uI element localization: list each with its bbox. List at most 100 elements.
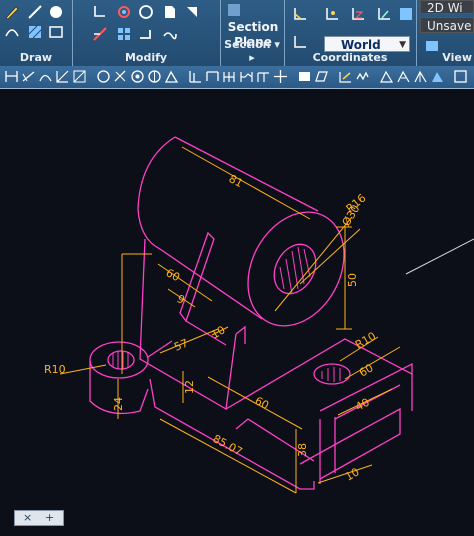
continue-icon[interactable] [205, 69, 220, 84]
modify-panel: Modify [72, 0, 221, 66]
dimension-lines [59, 146, 474, 494]
unsaved-view-combo[interactable]: Unsave [420, 17, 474, 33]
quick-dim-icon[interactable] [147, 69, 162, 84]
ucs-origin-icon[interactable] [324, 6, 340, 22]
cylinder-top-edge [174, 136, 319, 212]
dim-81: 81 [227, 172, 245, 190]
offset-icon[interactable] [138, 4, 154, 20]
draw-panel-label[interactable]: Draw [0, 51, 72, 64]
dim-line-85 [159, 418, 297, 494]
section-plane-icon [226, 2, 240, 16]
dim-60-right: 60 [357, 361, 376, 379]
left-boss-top [89, 341, 149, 379]
add-tab-icon[interactable]: + [45, 511, 54, 525]
ucs-world-icon[interactable] [292, 34, 308, 50]
object-geometry [89, 136, 413, 490]
dim-text-edit-icon[interactable] [413, 69, 428, 84]
dim-line-81 [181, 146, 311, 220]
jogged-icon[interactable] [96, 69, 111, 84]
stretch-icon[interactable] [138, 26, 154, 42]
radius-icon[interactable] [72, 69, 87, 84]
baseline-icon[interactable] [188, 69, 203, 84]
ucs-world-combo-value: World [341, 38, 381, 52]
ucs-view-icon[interactable] [398, 6, 414, 22]
dim-10-mid: 10 [209, 323, 228, 341]
left-boss-hole [107, 350, 135, 370]
diameter-icon[interactable] [113, 69, 128, 84]
coordinates-panel-label[interactable]: Coordinates [284, 51, 416, 64]
pencil-icon[interactable] [4, 4, 20, 20]
isometric-drawing: 81 Ø30 R16 50 60 9 57 10 R10 24 12 60 85… [44, 136, 474, 494]
dim-50: 50 [346, 273, 359, 287]
ucs-world-combo[interactable]: World ▼ [324, 36, 410, 52]
ucs-z-icon[interactable] [350, 6, 366, 22]
line-icon[interactable] [27, 4, 43, 20]
rectangle-icon[interactable] [48, 24, 64, 40]
angular-icon[interactable] [130, 69, 145, 84]
view-panel: 2D Wi Unsave View [416, 0, 474, 66]
move-icon[interactable] [92, 4, 108, 20]
layout-tabs-bar: × + [0, 504, 474, 536]
space-icon[interactable] [222, 69, 237, 84]
dim-r10-right: R10 [353, 330, 378, 352]
right-hole [313, 363, 351, 385]
cylinder-bottom-edge [159, 248, 263, 320]
angle-icon[interactable] [164, 69, 179, 84]
coordinates-panel: World ▼ Coordinates [284, 0, 417, 66]
unsaved-view-label: Unsave [427, 19, 472, 33]
dim-40: 40 [353, 396, 371, 414]
fillet-icon[interactable] [162, 26, 178, 42]
wireframe-combo[interactable]: 2D Wi [420, 0, 474, 15]
mirror-icon[interactable] [184, 4, 200, 20]
plate-corner [235, 325, 246, 344]
dim-24: 24 [112, 397, 125, 411]
rib [179, 231, 215, 323]
model-tab[interactable]: × + [14, 510, 64, 526]
close-icon[interactable]: × [23, 511, 32, 525]
ucs-icon[interactable] [292, 6, 308, 22]
dim-57: 57 [172, 336, 190, 353]
break-icon[interactable] [239, 69, 254, 84]
jogged-linear-icon[interactable] [355, 69, 370, 84]
tolerance-icon[interactable] [256, 69, 271, 84]
dim-r10-left: R10 [44, 363, 66, 376]
base-front-edge [149, 378, 315, 490]
linear-dim-icon[interactable] [4, 69, 19, 84]
ucs-3point-icon[interactable] [376, 6, 392, 22]
section-panel: Section Plane Section ▾ ▸ [220, 0, 285, 66]
dim-12: 12 [183, 380, 196, 394]
draw-panel: Draw [0, 0, 73, 66]
dim-override-icon[interactable] [453, 69, 468, 84]
text-angle-icon[interactable] [338, 69, 353, 84]
dim-60-left: 60 [164, 266, 182, 284]
rotate-icon[interactable] [116, 4, 132, 20]
dim-85: 85.07 [211, 432, 245, 458]
ordinate-icon[interactable] [55, 69, 70, 84]
section-panel-label[interactable]: Section ▾ ▸ [220, 38, 284, 64]
center-mark-icon[interactable] [273, 69, 288, 84]
hatch-icon[interactable] [27, 24, 43, 40]
section-label-text: Section [224, 38, 271, 51]
dim-style-icon[interactable] [430, 69, 445, 84]
cylinder-back-arc [137, 136, 176, 250]
cursor-crosshair [405, 238, 474, 275]
section-plane-line1: Section [227, 20, 279, 34]
drawing-canvas[interactable]: 81 Ø30 R16 50 60 9 57 10 R10 24 12 60 85… [0, 89, 474, 504]
copy-icon[interactable] [162, 4, 178, 20]
array-icon[interactable] [116, 26, 132, 42]
modify-panel-label[interactable]: Modify [72, 51, 220, 64]
inspect-icon[interactable] [297, 69, 312, 84]
dimension-toolbar [0, 66, 474, 89]
aligned-dim-icon[interactable] [21, 69, 36, 84]
arc-icon[interactable] [4, 24, 20, 40]
arc-length-icon[interactable] [38, 69, 53, 84]
oblique-icon[interactable] [314, 69, 329, 84]
circle-icon[interactable] [48, 4, 64, 20]
view-panel-label[interactable]: View [416, 51, 474, 64]
trim-icon[interactable] [92, 26, 108, 42]
dim-update-icon[interactable] [379, 69, 394, 84]
base-top-edge [225, 338, 413, 411]
ribbon: Draw Modify Section Plane Section ▾ ▸ Wo… [0, 0, 474, 67]
dim-edit-icon[interactable] [396, 69, 411, 84]
dim-38: 38 [296, 443, 309, 457]
